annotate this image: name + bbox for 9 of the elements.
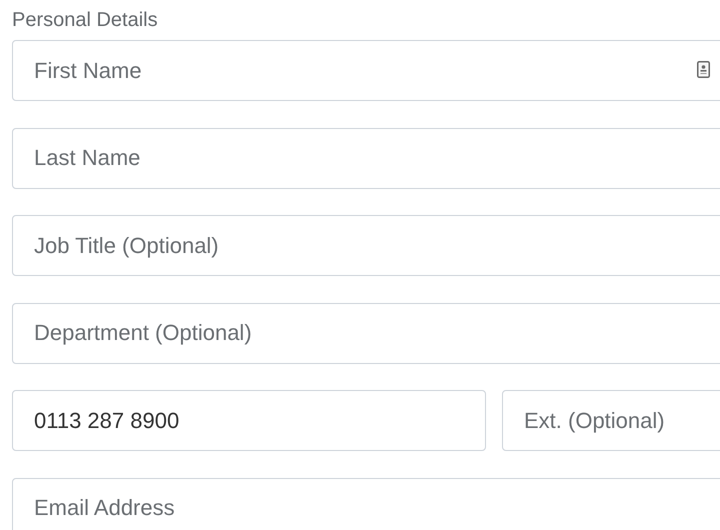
input-field[interactable]: 0113 287 8900 bbox=[12, 390, 486, 451]
input-field[interactable]: Last Name bbox=[12, 128, 720, 188]
input-field[interactable]: First Name bbox=[12, 40, 720, 101]
section-title: Personal Details bbox=[12, 8, 159, 33]
input-field[interactable]: Email Address bbox=[12, 478, 720, 530]
input-field[interactable]: Job Title (Optional) bbox=[12, 215, 720, 276]
contact-card-icon[interactable] bbox=[697, 61, 710, 78]
input-field[interactable]: Department (Optional) bbox=[12, 302, 720, 364]
input-field[interactable]: Ext. (Optional) bbox=[502, 390, 720, 451]
